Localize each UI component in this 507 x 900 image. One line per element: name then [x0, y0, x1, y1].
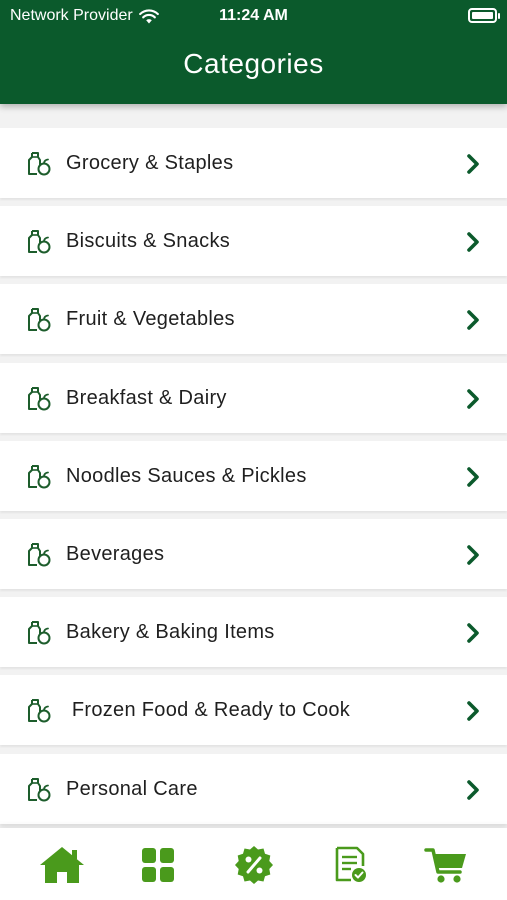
chevron-right-icon [467, 623, 479, 643]
chevron-right-icon [467, 545, 479, 565]
grocery-bag-icon [28, 777, 51, 802]
chevron-right-icon [467, 466, 479, 487]
category-row[interactable]: Noodles Sauces & Pickles [0, 440, 507, 511]
page-title: Categories [183, 48, 324, 79]
tab-cart[interactable] [422, 844, 470, 886]
chevron-right-icon [467, 388, 479, 409]
grid-icon [142, 848, 174, 882]
grocery-bag-icon [28, 386, 51, 411]
grocery-bag-icon [28, 464, 51, 489]
chevron-right-icon [467, 232, 479, 252]
app-header: Network Provider 11:24 AM Categories [0, 0, 507, 104]
status-bar: Network Provider 11:24 AM [0, 0, 507, 32]
grocery-bag-icon [28, 308, 51, 332]
category-label: Frozen Food & Ready to Cook [66, 699, 351, 722]
grocery-bag-icon [28, 621, 51, 645]
category-label: Biscuits & Snacks [66, 230, 231, 253]
discount-badge-icon [235, 846, 273, 884]
cart-icon [424, 848, 466, 883]
chevron-right-icon [467, 154, 479, 174]
category-row[interactable]: Breakfast & Dairy [0, 362, 507, 433]
tab-categories[interactable] [134, 844, 182, 886]
category-row[interactable]: Frozen Food & Ready to Cook [0, 675, 507, 746]
category-label: Bakery & Baking Items [66, 621, 275, 644]
category-row[interactable]: Personal Care [0, 753, 507, 824]
tab-orders[interactable] [326, 844, 374, 886]
orders-document-icon [335, 846, 366, 882]
category-label: Fruit & Vegetables [66, 308, 235, 331]
bottom-tab-bar [0, 828, 507, 900]
category-row[interactable]: Bakery & Baking Items [0, 597, 507, 668]
grocery-bag-icon [28, 152, 51, 176]
chevron-right-icon [467, 701, 479, 722]
clock: 11:24 AM [219, 7, 288, 24]
chevron-right-icon [467, 310, 479, 331]
chevron-right-icon [467, 779, 479, 800]
battery-icon [468, 8, 500, 23]
grocery-bag-icon [28, 699, 51, 723]
category-label: Noodles Sauces & Pickles [66, 464, 307, 487]
category-row[interactable]: Grocery & Staples [0, 128, 507, 198]
grocery-bag-icon [28, 543, 51, 567]
category-row[interactable]: Fruit & Vegetables [0, 284, 507, 355]
grocery-bag-icon [28, 230, 51, 254]
category-label: Breakfast & Dairy [66, 386, 227, 409]
tab-offers[interactable] [230, 844, 278, 886]
category-label: Grocery & Staples [66, 152, 234, 174]
category-label: Beverages [66, 543, 165, 565]
home-icon [40, 847, 84, 883]
category-row[interactable]: Biscuits & Snacks [0, 206, 507, 277]
category-label: Personal Care [66, 777, 198, 800]
tab-home[interactable] [38, 844, 86, 886]
category-row[interactable]: Beverages [0, 519, 507, 589]
